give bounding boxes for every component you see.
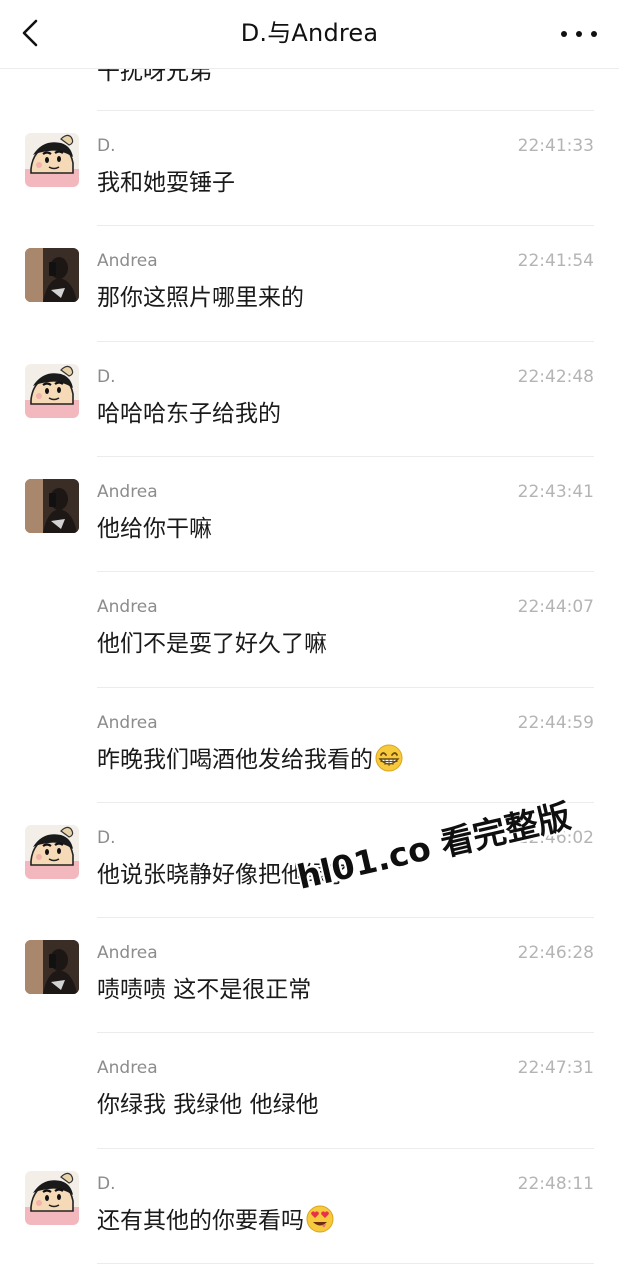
message-content: 他们不是耍了好久了嘛 <box>97 628 327 660</box>
chat-header: D.与Andrea <box>0 0 619 69</box>
message-timestamp: 22:42:48 <box>517 367 594 387</box>
more-options-button[interactable] <box>559 22 599 46</box>
message-row[interactable]: D. 22:42:48 哈哈哈东子给我的 <box>0 341 619 456</box>
message-timestamp: 22:48:11 <box>517 1174 594 1194</box>
chat-history-list[interactable]: 干扰呀兄弟 D. 22:41:33 我和她耍锤子 Andrea 22:41:54 那你这… <box>0 69 619 1279</box>
message-text: 你绿我 我绿他 他绿他 <box>97 1092 319 1118</box>
message-timestamp: 22:41:54 <box>517 251 594 271</box>
cartoon-avatar[interactable] <box>25 364 79 418</box>
sender-name: Andrea <box>97 597 158 617</box>
sender-name: D. <box>97 828 116 848</box>
more-dots-icon <box>561 31 567 37</box>
photo-avatar[interactable] <box>25 248 79 302</box>
partial-message-text: 干扰呀兄弟 <box>97 69 212 85</box>
message-row[interactable]: Andrea 22:43:41 他给你干嘛 <box>0 456 619 571</box>
message-content: 他给你干嘛 <box>97 513 212 545</box>
sender-name: D. <box>97 136 116 156</box>
sender-name: D. <box>97 1174 116 1194</box>
message-row[interactable]: D. 22:48:11 还有其他的你要看吗 <box>0 1148 619 1263</box>
message-content: 那你这照片哪里来的 <box>97 282 304 314</box>
message-content: 你绿我 我绿他 他绿他 <box>97 1089 319 1121</box>
message-text: 啧啧啧 这不是很正常 <box>97 977 312 1003</box>
row-divider <box>97 341 594 342</box>
message-text: 哈哈哈东子给我的 <box>97 401 281 427</box>
message-content: 啧啧啧 这不是很正常 <box>97 974 311 1006</box>
row-divider <box>97 1032 594 1033</box>
message-content: 哈哈哈东子给我的 <box>97 398 281 430</box>
row-divider <box>97 110 594 111</box>
sender-name: Andrea <box>97 482 158 502</box>
chat-title: D.与Andrea <box>240 19 379 47</box>
message-timestamp: 22:46:28 <box>517 943 594 963</box>
message-text: 他给你干嘛 <box>97 516 212 542</box>
row-divider <box>97 456 594 457</box>
message-row[interactable]: Andrea 22:44:07 他们不是耍了好久了嘛 <box>0 571 619 686</box>
photo-avatar[interactable] <box>25 940 79 994</box>
message-text: 那你这照片哪里来的 <box>97 285 304 311</box>
message-row[interactable]: Andrea 22:41:54 那你这照片哪里来的 <box>0 225 619 340</box>
message-text: 昨晚我们喝酒他发给我看的 <box>97 747 373 773</box>
message-timestamp: 22:44:07 <box>517 597 594 617</box>
row-divider <box>97 1263 594 1264</box>
cartoon-avatar[interactable] <box>25 133 79 187</box>
message-text: 我和她耍锤子 <box>97 170 235 196</box>
grinning-face-emoji <box>375 744 403 772</box>
message-timestamp: 22:41:33 <box>517 136 594 156</box>
row-divider <box>97 225 594 226</box>
sender-name: D. <box>97 367 116 387</box>
message-content: 我和她耍锤子 <box>97 167 235 199</box>
message-text: 还有其他的你要看吗 <box>97 1208 304 1234</box>
message-timestamp: 22:44:59 <box>517 713 594 733</box>
sender-name: Andrea <box>97 1058 158 1078</box>
row-divider <box>97 687 594 688</box>
heart-eyes-emoji <box>306 1205 334 1233</box>
sender-name: Andrea <box>97 943 158 963</box>
message-row[interactable]: Andrea 22:44:59 昨晚我们喝酒他发给我看的 <box>0 687 619 802</box>
message-content: 昨晚我们喝酒他发给我看的 <box>97 744 403 776</box>
sender-name: Andrea <box>97 251 158 271</box>
row-divider <box>97 1148 594 1149</box>
row-divider <box>97 917 594 918</box>
row-divider <box>97 571 594 572</box>
message-row[interactable]: D. 22:41:33 我和她耍锤子 <box>0 110 619 225</box>
cartoon-avatar[interactable] <box>25 1171 79 1225</box>
message-text: 他们不是耍了好久了嘛 <box>97 631 327 657</box>
cartoon-avatar[interactable] <box>25 825 79 879</box>
message-content: 还有其他的你要看吗 <box>97 1205 334 1237</box>
sender-name: Andrea <box>97 713 158 733</box>
photo-avatar[interactable] <box>25 479 79 533</box>
message-row[interactable]: Andrea 22:47:31 你绿我 我绿他 他绿他 <box>0 1032 619 1147</box>
message-row[interactable]: Andrea 22:46:28 啧啧啧 这不是很正常 <box>0 917 619 1032</box>
message-timestamp: 22:47:31 <box>517 1058 594 1078</box>
message-timestamp: 22:43:41 <box>517 482 594 502</box>
